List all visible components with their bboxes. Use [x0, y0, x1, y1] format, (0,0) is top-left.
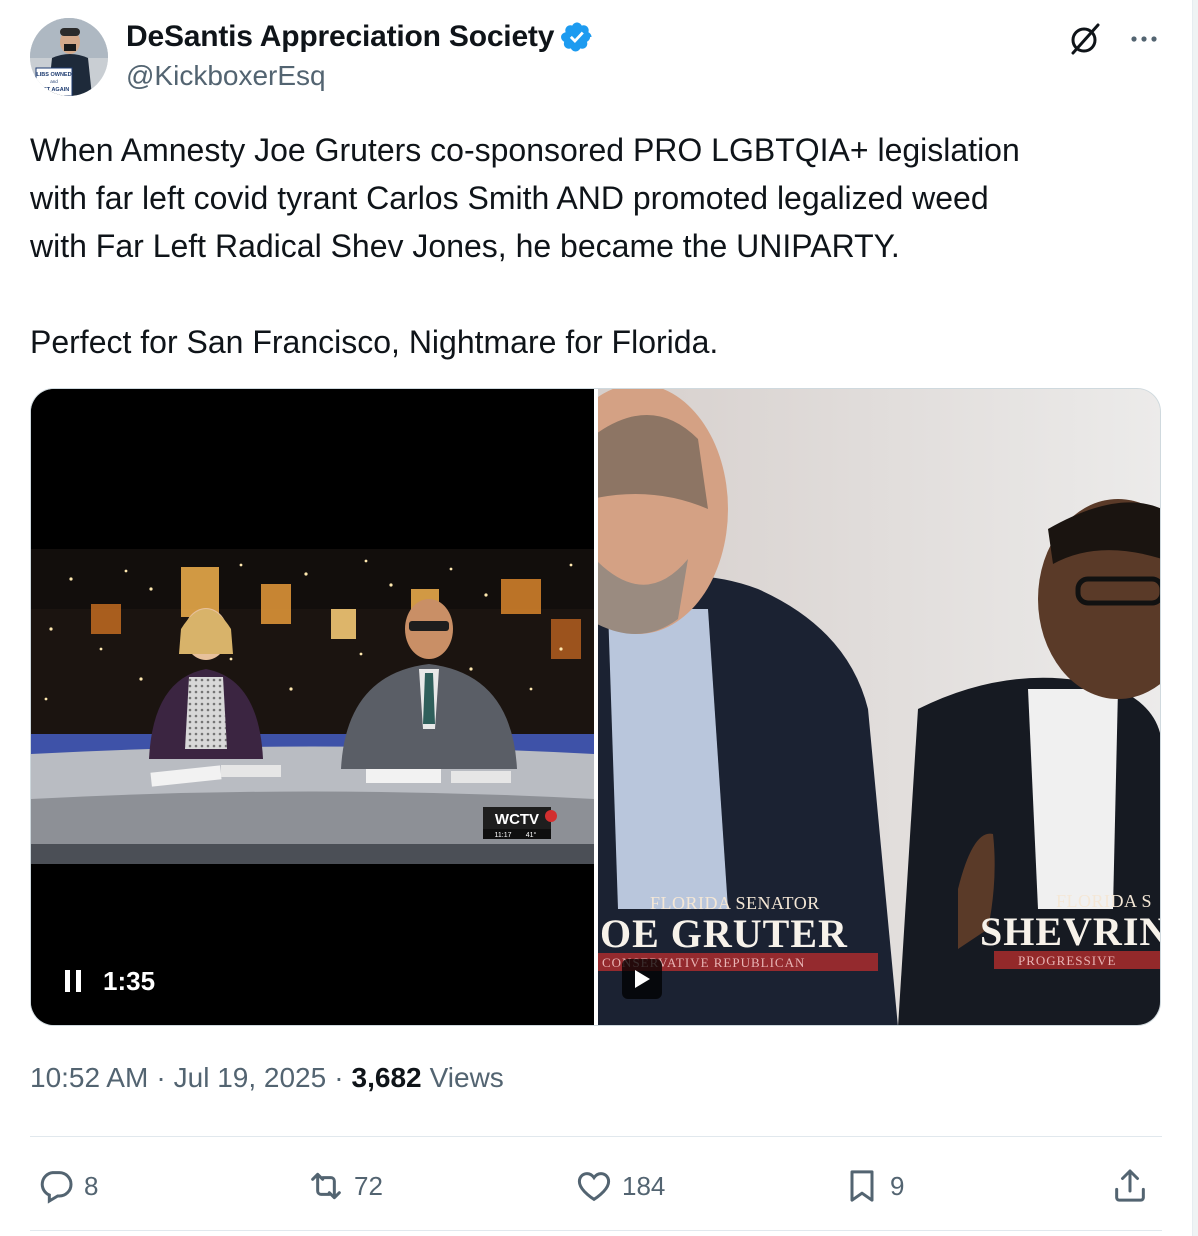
retweet-icon	[311, 1172, 341, 1200]
svg-text:and: and	[50, 79, 58, 84]
svg-text:GET AGAIN: GET AGAIN	[39, 87, 69, 93]
channel-logo: WCTV	[495, 811, 539, 828]
video-frame-newsroom: WCTV 11:17 41°	[31, 389, 594, 1025]
bookmark-icon	[850, 1170, 874, 1202]
share-icon	[1115, 1169, 1145, 1202]
action-bar: 8 72 184 9	[30, 1160, 1162, 1212]
avatar-image: LIBS OWNED and GET AGAIN	[30, 18, 108, 96]
views-label: Views	[429, 1062, 504, 1093]
grok-icon[interactable]	[1066, 20, 1104, 58]
lower-third-right-name: SHEVRIN	[980, 909, 1161, 954]
tweet-meta: 10:52 AM · Jul 19, 2025 · 3,682 Views	[30, 1062, 504, 1094]
tweet-text-line: with Far Left Radical Shev Jones, he bec…	[30, 228, 900, 264]
share-button[interactable]	[1110, 1160, 1150, 1212]
tweet-text-line: Perfect for San Francisco, Nightmare for…	[30, 324, 719, 360]
divider	[30, 1230, 1162, 1231]
channel-logo-time: 11:17	[495, 832, 512, 839]
tweet-header: LIBS OWNED and GET AGAIN DeSantis Apprec…	[30, 18, 1162, 98]
bookmark-count: 9	[890, 1170, 905, 1201]
svg-text:LIBS OWNED: LIBS OWNED	[36, 72, 71, 78]
reply-icon	[40, 1171, 73, 1204]
avatar[interactable]: LIBS OWNED and GET AGAIN	[30, 18, 108, 96]
tweet-text: When Amnesty Joe Gruters co-sponsored PR…	[30, 126, 1150, 366]
play-icon	[635, 970, 650, 988]
like-button[interactable]: 184	[574, 1160, 665, 1212]
tweet-date[interactable]: Jul 19, 2025	[174, 1062, 327, 1094]
heart-icon	[577, 1172, 611, 1202]
play-button[interactable]	[622, 959, 662, 999]
verified-badge-icon[interactable]	[560, 20, 594, 54]
name-row: DeSantis Appreciation Society	[126, 18, 594, 56]
video-frame-senators: FLORIDA SENATOR OE GRUTER CONSERVATIVE R…	[598, 389, 1161, 1025]
meta-separator: ·	[156, 1062, 166, 1093]
tweet-time[interactable]: 10:52 AM	[30, 1062, 148, 1094]
display-name[interactable]: DeSantis Appreciation Society	[126, 20, 554, 54]
like-count: 184	[622, 1170, 666, 1201]
top-actions	[1066, 20, 1162, 58]
reply-count: 8	[84, 1170, 99, 1201]
meta-separator: ·	[334, 1062, 344, 1093]
lower-third-left-title: FLORIDA SENATOR	[650, 893, 820, 913]
lower-third-left-name: OE GRUTER	[600, 911, 848, 956]
media-container: WCTV 11:17 41° 1:35 FLORIDA SENATOR OE G…	[30, 388, 1161, 1026]
video-player-left[interactable]: WCTV 11:17 41° 1:35	[31, 389, 594, 1025]
scrollbar-track	[1192, 0, 1198, 1236]
video-player-right[interactable]: FLORIDA SENATOR OE GRUTER CONSERVATIVE R…	[598, 389, 1161, 1025]
views-count: 3,682	[351, 1062, 422, 1093]
lower-third-right-sub: PROGRESSIVE	[1018, 953, 1116, 968]
bookmark-button[interactable]: 9	[842, 1160, 904, 1212]
video-duration: 1:35	[103, 966, 156, 996]
channel-logo-temp: 41°	[526, 831, 537, 839]
pause-icon[interactable]	[65, 969, 85, 994]
playback-control[interactable]: 1:35	[65, 966, 155, 997]
divider	[30, 1136, 1162, 1137]
retweet-count: 72	[354, 1170, 383, 1201]
tweet-text-line: When Amnesty Joe Gruters co-sponsored PR…	[30, 132, 1020, 168]
more-icon[interactable]	[1126, 21, 1162, 57]
tweet-text-line: with far left covid tyrant Carlos Smith …	[30, 180, 989, 216]
lower-third-right-title: FLORIDA S	[1056, 891, 1152, 911]
retweet-button[interactable]: 72	[306, 1160, 383, 1212]
reply-button[interactable]: 8	[36, 1160, 98, 1212]
handle[interactable]: @KickboxerEsq	[126, 60, 326, 92]
